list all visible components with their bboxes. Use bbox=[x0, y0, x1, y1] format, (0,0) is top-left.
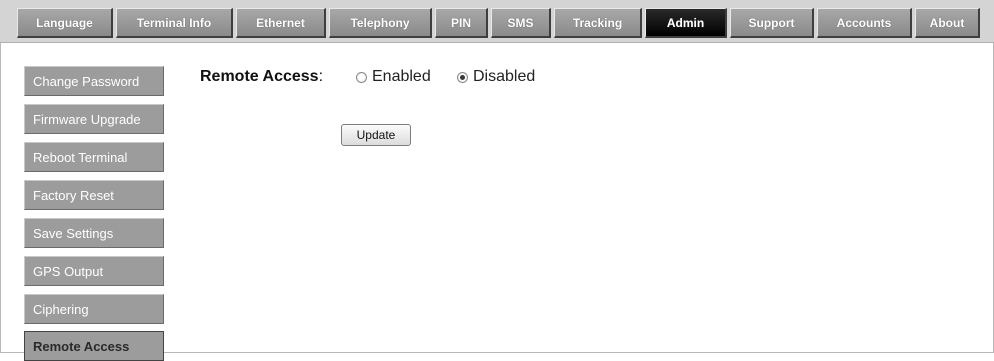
sidebar-item-save-settings[interactable]: Save Settings bbox=[24, 218, 164, 248]
option-disabled-label: Disabled bbox=[473, 68, 536, 85]
sidebar-item-factory-reset[interactable]: Factory Reset bbox=[24, 180, 164, 210]
tab-telephony[interactable]: Telephony bbox=[329, 8, 432, 38]
tab-about[interactable]: About bbox=[915, 8, 980, 38]
tab-terminal-info[interactable]: Terminal Info bbox=[116, 8, 233, 38]
option-disabled[interactable]: Disabled bbox=[457, 68, 535, 86]
option-enabled[interactable]: Enabled bbox=[356, 68, 431, 86]
sidebar-item-change-password[interactable]: Change Password bbox=[24, 66, 164, 96]
remote-access-label: Remote Access: bbox=[200, 68, 323, 86]
radio-enabled[interactable] bbox=[356, 71, 367, 83]
label-separator: : bbox=[318, 68, 324, 85]
sidebar-item-remote-access[interactable]: Remote Access bbox=[24, 331, 164, 361]
tab-ethernet[interactable]: Ethernet bbox=[236, 8, 326, 38]
tab-pin[interactable]: PIN bbox=[435, 8, 488, 38]
sidebar-item-gps-output[interactable]: GPS Output bbox=[24, 256, 164, 286]
sidebar-item-firmware-upgrade[interactable]: Firmware Upgrade bbox=[24, 104, 164, 134]
tab-support[interactable]: Support bbox=[730, 8, 814, 38]
tab-accounts[interactable]: Accounts bbox=[817, 8, 912, 38]
top-navigation-bar: Language Terminal Info Ethernet Telephon… bbox=[0, 0, 994, 43]
option-enabled-label: Enabled bbox=[372, 68, 431, 85]
tab-admin[interactable]: Admin bbox=[645, 8, 727, 38]
tab-tracking[interactable]: Tracking bbox=[554, 8, 642, 38]
radio-disabled[interactable] bbox=[457, 71, 468, 83]
update-button[interactable]: Update bbox=[341, 124, 411, 146]
sidebar-item-ciphering[interactable]: Ciphering bbox=[24, 294, 164, 324]
remote-access-label-text: Remote Access bbox=[200, 68, 319, 85]
sidebar-item-reboot-terminal[interactable]: Reboot Terminal bbox=[24, 142, 164, 172]
tab-sms[interactable]: SMS bbox=[491, 8, 551, 38]
tab-language[interactable]: Language bbox=[17, 8, 113, 38]
